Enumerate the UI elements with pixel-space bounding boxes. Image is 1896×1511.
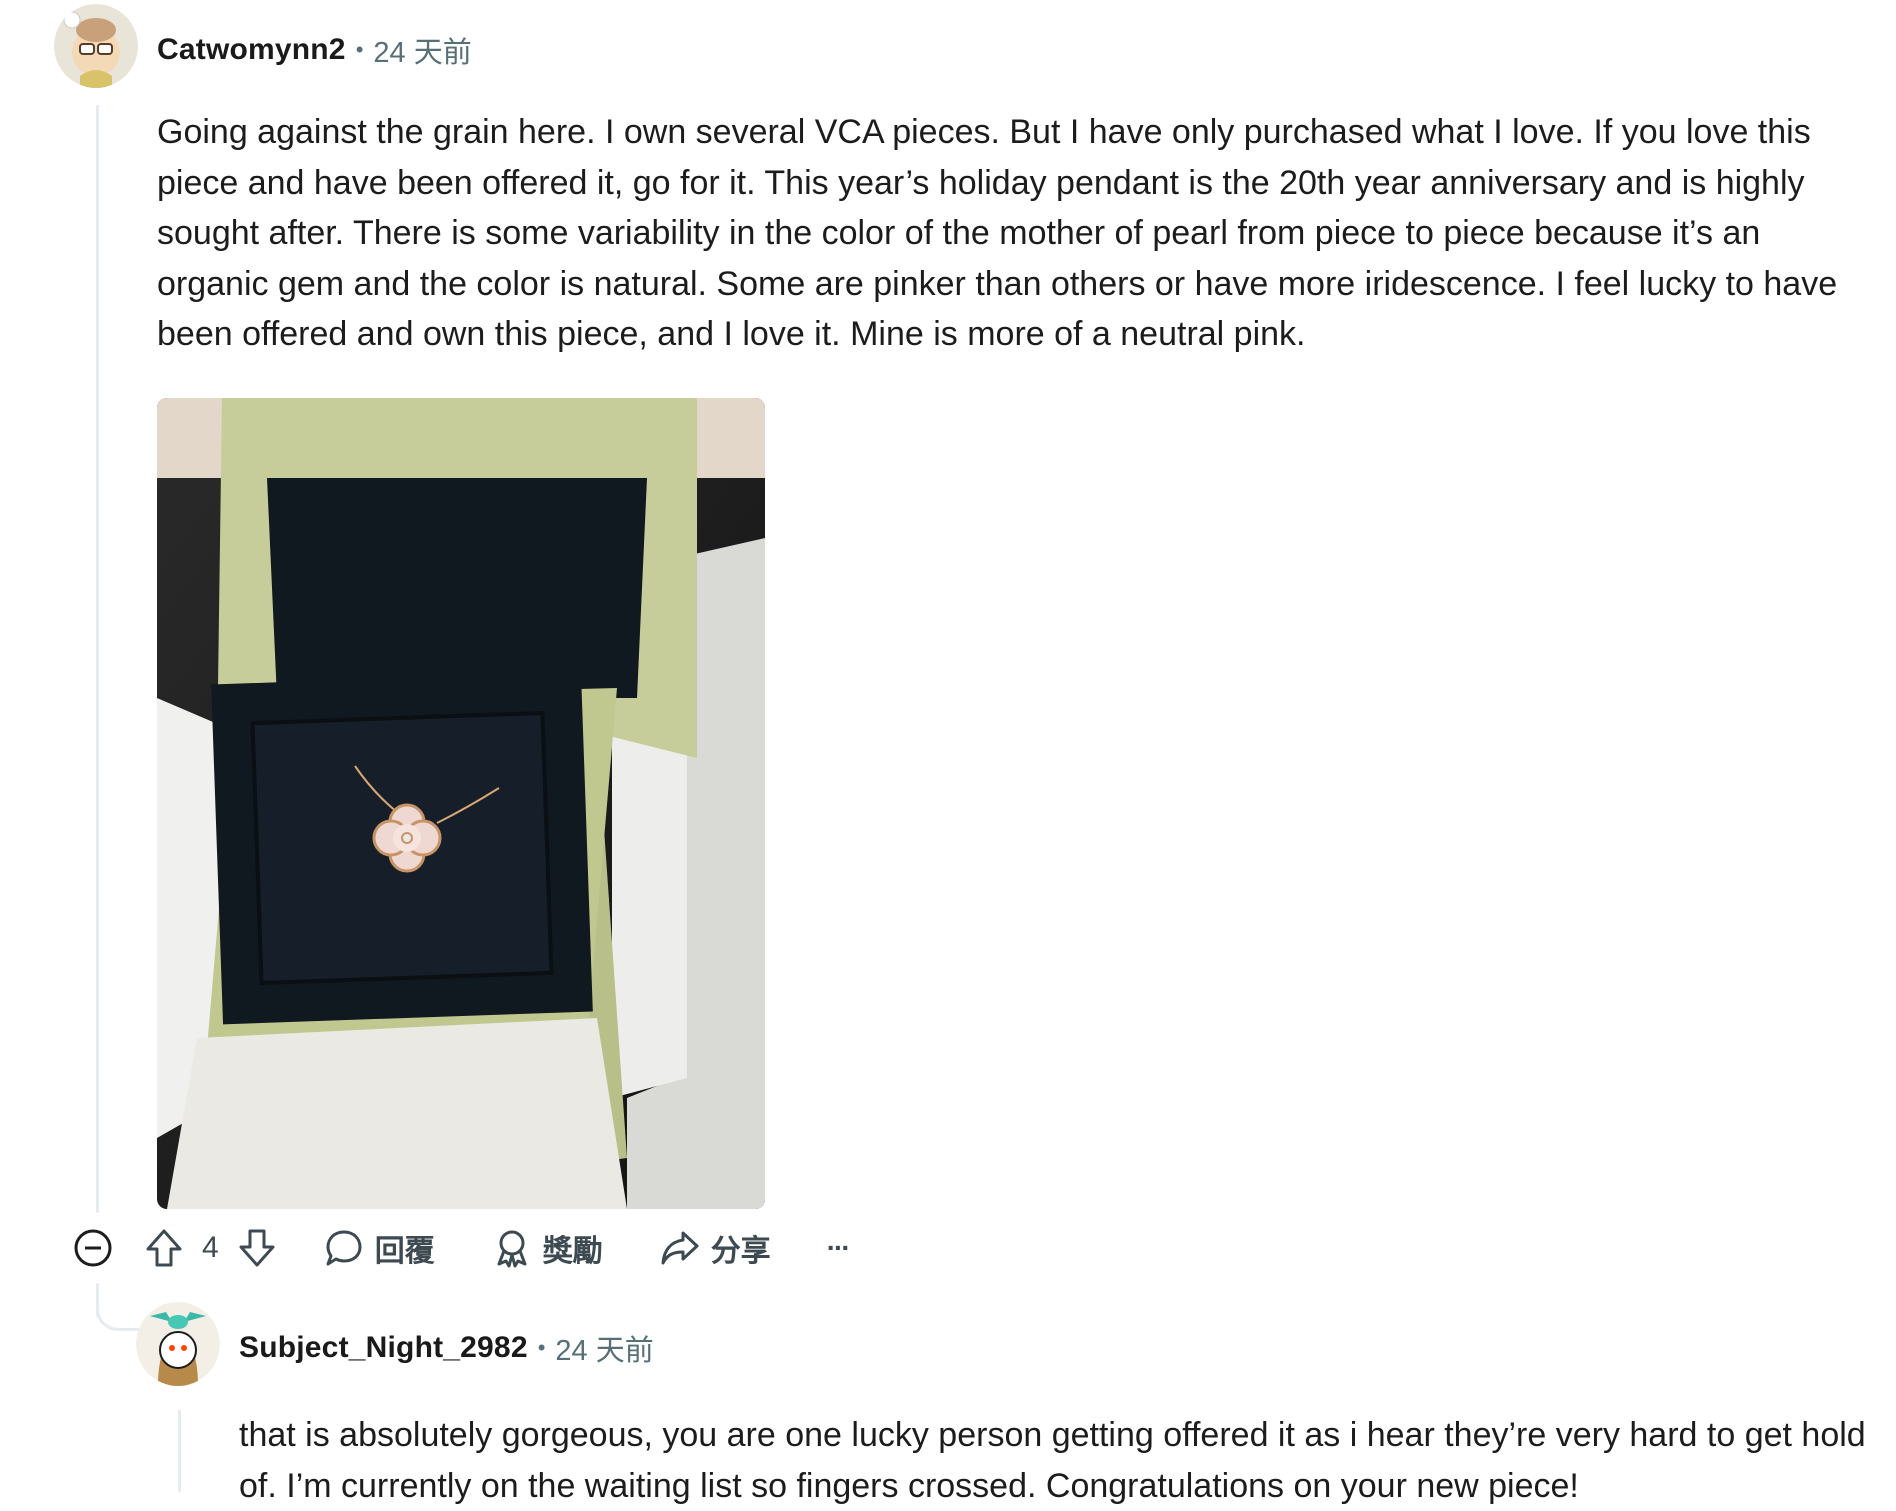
reply-label: 回覆: [374, 1235, 435, 1268]
timestamp[interactable]: 24 天前: [373, 29, 471, 71]
reply-button[interactable]: 回覆: [323, 1226, 435, 1270]
downvote-icon: [239, 1229, 275, 1267]
thread-curve: [96, 1290, 139, 1331]
more-options-button[interactable]: ···: [826, 1232, 851, 1264]
vote-count: 4: [202, 1231, 219, 1264]
downvote-button[interactable]: [237, 1227, 277, 1269]
comment-body: that is absolutely gorgeous, you are one…: [239, 1416, 1866, 1505]
collapse-button[interactable]: [72, 1227, 114, 1269]
thread-line-reply[interactable]: [178, 1410, 181, 1492]
comment-action-bar: 4 回覆 獎勵 分享 ···: [72, 1218, 851, 1278]
upvote-button[interactable]: [144, 1227, 184, 1269]
avatar[interactable]: [54, 4, 138, 88]
share-button[interactable]: 分享: [659, 1226, 771, 1270]
avatar[interactable]: [136, 1302, 220, 1386]
award-button[interactable]: 獎勵: [491, 1226, 603, 1270]
comment-meta: Subject_Night_2982 • 24 天前: [239, 1328, 654, 1368]
thread-line[interactable]: [96, 105, 99, 1213]
comment-bubble-icon: [326, 1230, 362, 1266]
share-label: 分享: [710, 1235, 771, 1268]
comment-image[interactable]: [157, 398, 765, 1209]
timestamp[interactable]: 24 天前: [555, 1327, 653, 1369]
award-icon: [497, 1230, 527, 1268]
more-icon: ···: [826, 1232, 851, 1263]
meta-separator: •: [537, 1335, 546, 1360]
comment-meta: Catwomynn2 • 24 天前: [157, 30, 472, 70]
share-icon: [661, 1231, 699, 1265]
author-name[interactable]: Catwomynn2: [157, 33, 346, 67]
award-label: 獎勵: [542, 1235, 603, 1268]
meta-separator: •: [355, 37, 364, 62]
comment-body: Going against the grain here. I own seve…: [157, 113, 1838, 353]
upvote-icon: [146, 1229, 182, 1267]
collapse-icon: [74, 1229, 112, 1267]
author-name[interactable]: Subject_Night_2982: [239, 1331, 528, 1365]
